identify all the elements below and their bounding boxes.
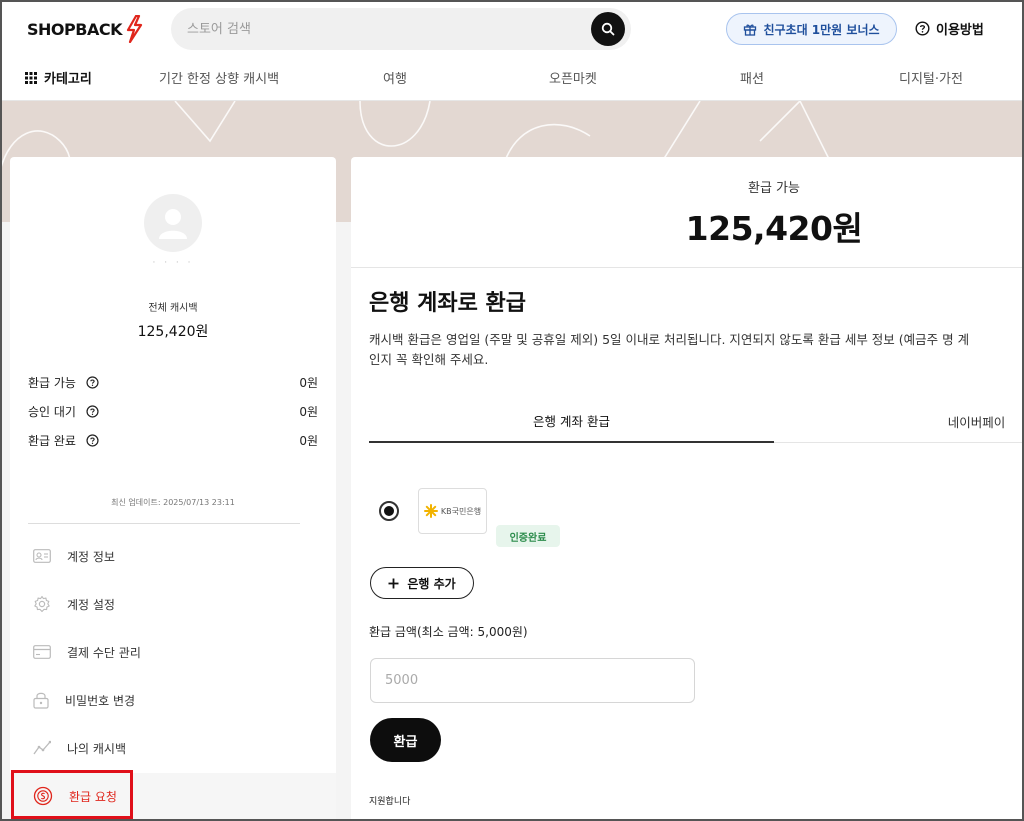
add-bank-label: 은행 추가 (407, 576, 456, 591)
refund-button[interactable]: 환급 (370, 718, 441, 762)
sidebar-item-label: 결제 수단 관리 (67, 645, 141, 660)
nav-item-limited-cashback[interactable]: 기간 한정 상향 캐시백 (159, 68, 279, 87)
howto-label: 이용방법 (936, 22, 984, 38)
refund-description: 캐시백 환급은 영업일 (주말 및 공휴일 제외) 5일 이내로 처리됩니다. … (369, 330, 1024, 370)
how-to-use-link[interactable]: 이용방법 (915, 17, 984, 39)
avatar (144, 194, 202, 252)
amount-label: 환급 금액(최소 금액: 5,000원) (369, 625, 528, 639)
sidebar-item-label: 환급 요청 (69, 789, 117, 804)
stat-row-pending: 승인 대기 0원 (28, 401, 318, 421)
help-circle-icon[interactable] (86, 433, 99, 447)
description-line: 캐시백 환급은 영업일 (주말 및 공휴일 제외) 5일 이내로 처리됩니다. … (369, 332, 970, 347)
total-cashback-label: 전체 캐시백 (148, 303, 198, 314)
user-name: · · · · (152, 258, 194, 268)
help-circle-icon (915, 20, 930, 36)
stat-row-refundable: 환급 가능 0원 (28, 372, 318, 392)
divider (351, 267, 1024, 268)
lightning-bolt-icon (126, 15, 143, 43)
status-badge: 인증완료 (496, 525, 560, 547)
sidebar-item-account-settings[interactable]: 계정 설정 (10, 581, 336, 627)
sidebar-item-refund-request[interactable]: 환급 요청 (10, 773, 336, 819)
invite-label: 친구초대 1만원 보너스 (763, 22, 880, 37)
refund-method-tabs: 은행 계좌 환급 네이버페이 (369, 400, 1024, 443)
trend-chart-icon (33, 740, 51, 755)
bank-logo-card[interactable]: KB국민은행 (418, 488, 487, 534)
bank-name: KB국민은행 (440, 506, 482, 516)
refund-coin-icon (33, 786, 53, 806)
sidebar-item-account-info[interactable]: 계정 정보 (10, 533, 336, 579)
category-label: 카테고리 (44, 72, 92, 87)
sidebar-item-payment-methods[interactable]: 결제 수단 관리 (10, 629, 336, 675)
shopback-logo[interactable]: SHOPBACK (27, 14, 143, 44)
category-nav: 카테고리 기간 한정 상향 캐시백 여행 오픈마켓 패션 디지털·가전 (0, 60, 1024, 94)
stat-row-completed: 환급 완료 0원 (28, 430, 318, 450)
logo-text: SHOPBACK (27, 19, 122, 39)
lock-icon (33, 692, 49, 709)
search-bar[interactable] (171, 8, 631, 50)
add-bank-button[interactable]: 은행 추가 (370, 567, 474, 599)
category-menu-button[interactable]: 카테고리 (25, 68, 92, 87)
plus-icon (388, 578, 399, 588)
gift-icon (744, 24, 757, 36)
tab-bank-account[interactable]: 은행 계좌 환급 (369, 400, 774, 443)
sidebar-item-label: 비밀번호 변경 (65, 693, 136, 708)
last-updated: 최신 업데이트: 2025/07/13 23:11 (111, 498, 235, 507)
grid-icon (25, 71, 37, 84)
page-title: 은행 계좌로 환급 (369, 291, 526, 316)
bank-radio-selected[interactable] (379, 501, 399, 521)
top-header: SHOPBACK 친구초대 1만원 보너스 이용방법 (0, 0, 1024, 101)
sidebar-item-my-cashback[interactable]: 나의 캐시백 (10, 725, 336, 771)
nav-item-fashion[interactable]: 패션 (740, 68, 764, 87)
help-circle-icon[interactable] (86, 375, 99, 389)
invite-friends-button[interactable]: 친구초대 1만원 보너스 (726, 13, 897, 45)
search-icon (601, 22, 615, 36)
nav-item-open-market[interactable]: 오픈마켓 (549, 68, 597, 87)
tab-naver-pay[interactable]: 네이버페이 (774, 400, 1024, 443)
stat-value: 0원 (299, 375, 318, 390)
support-text: 지원합니다 (369, 797, 411, 807)
refund-panel: 환급 가능 125,420원 은행 계좌로 환급 캐시백 환급은 영업일 (주말… (351, 157, 1024, 821)
search-input[interactable] (187, 8, 587, 50)
user-icon (159, 209, 187, 239)
credit-card-icon (33, 645, 51, 659)
refund-amount-input[interactable] (370, 658, 695, 703)
stat-label: 승인 대기 (28, 404, 76, 419)
sidebar-item-label: 계정 정보 (67, 549, 115, 564)
sidebar-item-label: 계정 설정 (67, 597, 115, 612)
available-label: 환급 가능 (748, 181, 800, 196)
stat-label: 환급 가능 (28, 375, 76, 390)
available-value: 125,420원 (685, 209, 863, 248)
description-line: 인지 꼭 확인해 주세요. (369, 352, 489, 367)
help-circle-icon[interactable] (86, 404, 99, 418)
total-cashback-value: 125,420원 (137, 324, 209, 340)
search-button[interactable] (591, 12, 625, 46)
kb-star-icon (423, 504, 438, 518)
stat-label: 환급 완료 (28, 433, 76, 448)
nav-item-travel[interactable]: 여행 (383, 68, 407, 87)
divider (28, 523, 300, 524)
stat-value: 0원 (299, 404, 318, 419)
account-sidebar: · · · · 전체 캐시백 125,420원 환급 가능 0원 승인 대기 0… (10, 157, 336, 821)
id-card-icon (33, 549, 51, 563)
nav-item-digital[interactable]: 디지털·가전 (899, 68, 963, 87)
sidebar-item-label: 나의 캐시백 (67, 741, 127, 756)
sidebar-item-change-password[interactable]: 비밀번호 변경 (10, 677, 336, 723)
stat-value: 0원 (299, 433, 318, 448)
gear-icon (34, 595, 50, 613)
